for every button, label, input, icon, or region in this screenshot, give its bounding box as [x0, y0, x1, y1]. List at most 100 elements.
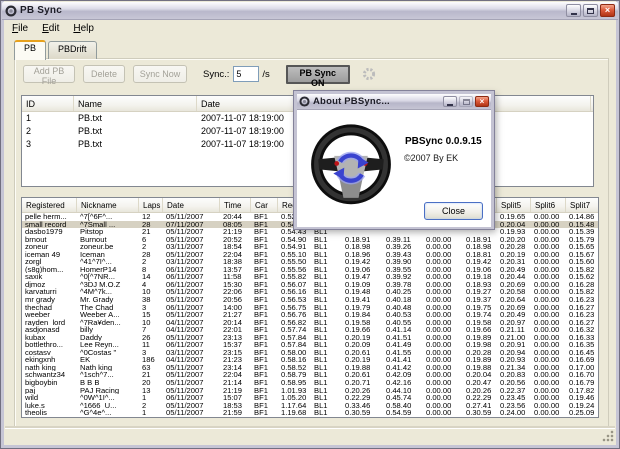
cell: 2 [26, 126, 32, 136]
titlebar[interactable]: PB Sync × [2, 2, 618, 20]
table-row[interactable]: paj PAJ Racing 13 05/11/2007 21:19 BF1 1.01.93… [22, 387, 598, 395]
cell: 20:56 [223, 296, 243, 304]
cell: 18:53 [223, 401, 243, 410]
dialog-minimize-button[interactable] [443, 96, 457, 107]
dialog-close-icon[interactable]: × [475, 96, 489, 107]
table-row[interactable]: costasv ^0Costas " 3 03/11/2007 23:15 BF1 0.58… [22, 349, 598, 357]
table-row[interactable]: luke.s ^1666_U... 2 05/11/2007 18:53 BF1 1.17.… [22, 402, 598, 410]
cell: wild [25, 394, 39, 402]
close-icon[interactable]: × [600, 4, 615, 17]
cell: 0.00.00 [426, 401, 452, 410]
table-row[interactable]: dasbo1979 Pitstop 21 05/11/2007 21:19 BF1 0.54… [22, 228, 598, 236]
table-row[interactable]: mr grady Mr. Grady 38 05/11/2007 20:56 BF1 0.5… [22, 296, 598, 304]
table-row[interactable]: ekingxnh EK 186 04/11/2007 21:23 BF1 0.58.16 BL… [22, 356, 598, 364]
table-row[interactable]: thechad The Chad 3 06/11/2007 14:00 BF1 0.56.7… [22, 304, 598, 312]
files-column-header[interactable]: ID [22, 96, 74, 111]
table-row[interactable]: rayden_lord ^7Ra¥den... 10 04/11/2007 20:14 B… [22, 319, 598, 327]
records-column-header[interactable]: Split5 [497, 198, 531, 212]
cell: 3 [26, 139, 32, 149]
table-row[interactable]: theolis ^G^4e^... 1 05/11/2007 21:59 BF1 1.19.… [22, 409, 598, 417]
add-pb-file-button[interactable]: Add PB File [23, 65, 75, 86]
resize-grip[interactable] [602, 430, 615, 443]
cell: 0.19.24 [569, 401, 595, 410]
table-row[interactable]: karvaturri ^4M^7k... 10 05/11/2007 22:06 BF1 0… [22, 288, 598, 296]
cell: 0.20.64 [500, 296, 526, 304]
records-column-header[interactable]: Laps [139, 198, 163, 212]
menu-item-file[interactable]: File [5, 22, 35, 35]
delete-button[interactable]: Delete [83, 65, 125, 83]
table-row[interactable]: saxik ^0[^7NR... 14 06/11/2007 11:58 BF1 0.55.… [22, 273, 598, 281]
cell: BL1 [314, 280, 328, 289]
cell: 13 [142, 386, 151, 395]
cell: 0.19.46 [569, 394, 595, 402]
cell: 0.22.29 [466, 394, 492, 402]
table-row[interactable]: nath king Nath king 63 05/11/2007 23:14 BF1 0.… [22, 364, 598, 372]
maximize-button[interactable] [583, 4, 598, 17]
menu-item-help[interactable]: Help [66, 22, 101, 35]
table-row[interactable]: bottlethro... Lee Reyn... 11 06/11/2007 15:3… [22, 341, 598, 349]
cell: iceman 49 [25, 250, 61, 259]
records-column-header[interactable]: Date [163, 198, 220, 212]
dialog-close-button[interactable]: Close [424, 202, 483, 220]
records-column-header[interactable]: Split6 [531, 198, 566, 212]
cell: 0.54.43 [281, 228, 307, 236]
cell: 0.42.09 [386, 371, 412, 380]
tab-pb[interactable]: PB [14, 40, 47, 60]
records-column-header[interactable]: Split7 [566, 198, 598, 212]
cell: 22:06 [223, 288, 243, 297]
cell: 21 [142, 371, 151, 380]
sync-now-button[interactable]: Sync Now [133, 65, 187, 83]
records-column-header[interactable]: Nickname [77, 198, 139, 212]
records-column-header[interactable]: Car [251, 198, 278, 212]
sync-rate-input[interactable] [233, 66, 260, 82]
tab-pbdrift[interactable]: PBDrift [48, 41, 97, 59]
cell [423, 228, 463, 236]
cell: EK [80, 356, 91, 364]
cell: 0.19.37 [466, 296, 492, 304]
cell: 23:13 [223, 333, 243, 342]
cell: paj [25, 386, 36, 395]
cell: 0.16.32 [569, 326, 595, 334]
table-row[interactable]: kubax Daddy 26 05/11/2007 23:13 BF1 0.57.84 BL1… [22, 334, 598, 342]
cell: 0.20.61 [345, 371, 371, 380]
records-column-header[interactable]: Registered [22, 198, 77, 212]
cell: 0.20.09 [345, 341, 371, 349]
gear-icon[interactable] [362, 67, 376, 81]
cell: 05/11/2007 [166, 213, 204, 221]
menu-item-edit[interactable]: Edit [35, 22, 66, 35]
cell: BF1 [254, 363, 268, 372]
cell: rayden_lord [25, 318, 66, 327]
cell: 0.20.28 [466, 348, 492, 357]
pb-sync-on-button[interactable]: PB Sync ON [285, 64, 350, 88]
cell: 0.58.95 [281, 379, 307, 387]
cell: BL1 [314, 303, 328, 312]
table-row[interactable]: bigboybin B B B 20 05/11/2007 21:14 BF1 0.58.9… [22, 379, 598, 387]
cell: 05/11/2007 [166, 235, 204, 244]
cell: BL1 [314, 296, 328, 304]
table-row[interactable]: zorgl ^41^7I^... 2 03/11/2007 18:38 BF1 0.55.5… [22, 258, 598, 266]
cell: 0.00.00 [534, 273, 560, 281]
cell: Daddy [80, 333, 102, 342]
table-row[interactable]: djmoz ^3DJ M.O.Z 4 06/11/2007 15:30 BF1 0.56.0… [22, 281, 598, 289]
cell: BF1 [254, 296, 268, 304]
table-row[interactable]: zoneur zoneur.be 2 03/11/2007 18:54 BF1 0.54.9… [22, 243, 598, 251]
records-column-header[interactable]: Time [220, 198, 251, 212]
dialog-body: PBSync 0.0.9.15 ©2007 By EK Close [297, 110, 491, 227]
table-row[interactable]: schwantz34 ^1sch^7... 21 05/11/2007 22:04 BF1… [22, 371, 598, 379]
table-row[interactable]: (s8g)hom... HomerP14 8 06/11/2007 13:57 BF1 0.… [22, 266, 598, 274]
cell: 0.00.00 [534, 228, 560, 236]
minimize-button[interactable] [566, 4, 581, 17]
cell: 0.19.93 [500, 228, 526, 236]
table-row[interactable]: asdjonasd billy 7 04/11/2007 22:01 BF1 0.57.74… [22, 326, 598, 334]
table-row[interactable]: weeber Weeber A... 15 05/11/2007 21:27 BF1 0.5… [22, 311, 598, 319]
files-column-header[interactable]: Name [74, 96, 197, 111]
table-row[interactable]: iceman 49 Iceman 28 05/11/2007 22:04 BF1 0.55.… [22, 251, 598, 259]
menubar: File Edit Help [5, 20, 615, 36]
table-row[interactable]: wild ^0W^1I^... 1 06/11/2007 15:07 BF1 1.05.20… [22, 394, 598, 402]
table-row[interactable]: brnout Burnout 6 05/11/2007 20:52 BF1 0.54.90 B… [22, 236, 598, 244]
cell: ^4M^7k... [80, 288, 113, 297]
cell: 0.21.34 [500, 363, 526, 372]
cell: 10 [142, 318, 151, 327]
dialog-titlebar[interactable]: About PBSync... × [297, 94, 491, 110]
cell: 08:05 [223, 220, 243, 229]
